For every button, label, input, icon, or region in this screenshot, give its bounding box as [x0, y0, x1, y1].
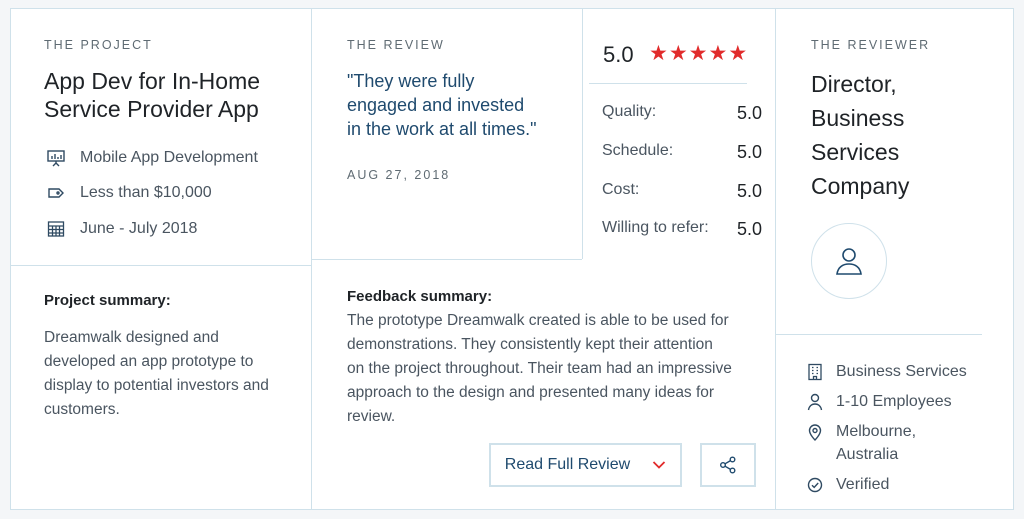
review-quote: "They were fully engaged and invested in…	[347, 69, 536, 141]
feedback-summary-label: Feedback summary:	[347, 288, 493, 305]
feedback-summary-line: approach to the design and presented man…	[347, 384, 715, 401]
read-full-review-label: Read Full Review	[504, 456, 631, 473]
reviewer-industry: Business Services	[807, 360, 967, 383]
user-icon	[836, 248, 862, 275]
rating-cost: Cost: 5.0	[602, 181, 762, 202]
reviewer-employees: 1-10 Employees	[807, 390, 952, 413]
project-summary-line: display to potential investors and	[44, 377, 269, 394]
rating-value: 5.0	[736, 181, 762, 201]
project-summary-line: Dreamwalk designed and	[44, 329, 219, 346]
project-summary-line: customers.	[44, 401, 120, 418]
reviewer-employees-text: 1-10 Employees	[836, 393, 952, 410]
rating-value: 5.0	[736, 219, 762, 239]
rating-label: Willing to refer:	[602, 219, 709, 236]
review-date: AUG 27, 2018	[347, 168, 451, 182]
rating-label: Cost:	[602, 181, 640, 198]
share-icon	[720, 456, 736, 474]
reviewer-location: Melbourne, Australia	[807, 420, 916, 466]
section-divider	[311, 259, 582, 260]
rating-value: 5.0	[736, 103, 762, 123]
project-service-text: Mobile App Development	[80, 149, 258, 166]
project-dates: June - July 2018	[46, 219, 197, 239]
project-title: App Dev for In-Home Service Provider App	[44, 67, 260, 123]
project-eyebrow: THE PROJECT	[44, 38, 153, 52]
feedback-summary-line: review.	[347, 408, 396, 425]
reviewer-industry-text: Business Services	[836, 363, 967, 380]
rating-label: Schedule:	[602, 142, 674, 159]
reviewer-location-line: Australia	[836, 446, 899, 463]
reviewer-verified: Verified	[807, 473, 889, 496]
overall-score: 5.0	[603, 42, 634, 67]
rating-willing-to-refer: Willing to refer: 5.0	[602, 219, 762, 240]
price-tag-icon	[48, 188, 64, 198]
check-circle-icon	[807, 477, 823, 493]
reviewer-title: Director, Business Services Company	[811, 67, 909, 203]
project-title-line: App Dev for In-Home	[44, 68, 261, 94]
reviewer-location-line: Melbourne,	[836, 423, 917, 440]
project-summary-label: Project summary:	[44, 292, 171, 309]
ratings-divider	[582, 9, 583, 259]
share-button[interactable]	[700, 443, 756, 487]
project-title-line: Service Provider App	[44, 96, 259, 122]
rating-value: 5.0	[736, 142, 762, 162]
calendar-icon	[47, 221, 65, 237]
review-eyebrow: THE REVIEW	[347, 38, 445, 52]
reviewer-title-line: Services	[811, 139, 900, 165]
star-icon: ★	[649, 42, 669, 65]
reviewer-eyebrow: THE REVIEWER	[811, 38, 931, 52]
read-full-review-button[interactable]: Read Full Review	[489, 443, 682, 487]
project-service: Mobile App Development	[46, 148, 258, 168]
ratings-breakdown: Quality: 5.0 Schedule: 5.0 Cost: 5.0 Wil…	[602, 103, 762, 253]
section-divider	[589, 83, 747, 84]
star-icon: ★	[688, 42, 709, 65]
feedback-summary-line: demonstrations. They consistently kept t…	[347, 336, 713, 353]
star-icon: ★	[708, 42, 729, 65]
reviewer-title-line: Director,	[811, 71, 897, 97]
review-card: THE PROJECT App Dev for In-Home Service …	[10, 8, 1014, 510]
project-dates-text: June - July 2018	[80, 220, 198, 237]
person-icon	[807, 393, 823, 411]
star-icon: ★	[668, 42, 689, 65]
star-icon: ★	[728, 42, 749, 65]
presentation-icon	[47, 150, 65, 167]
review-quote-line: "They were fully	[347, 71, 475, 91]
feedback-summary-line: on the project throughout. Their team ha…	[347, 360, 732, 377]
project-summary: Dreamwalk designed and developed an app …	[44, 326, 269, 422]
rating-schedule: Schedule: 5.0	[602, 142, 762, 163]
building-icon	[808, 363, 822, 381]
project-budget: Less than $10,000	[46, 183, 212, 203]
rating-quality: Quality: 5.0	[602, 103, 762, 124]
star-rating: ★★★★★	[649, 41, 748, 66]
project-budget-text: Less than $10,000	[80, 184, 212, 201]
feedback-summary-line: The prototype Dreamwalk created is able …	[347, 312, 729, 329]
feedback-summary: The prototype Dreamwalk created is able …	[347, 309, 732, 429]
review-quote-line: in the work at all times."	[347, 119, 537, 139]
project-summary-line: developed an app prototype to	[44, 353, 254, 370]
reviewer-verified-text: Verified	[836, 476, 890, 493]
reviewer-location-text: Melbourne, Australia	[836, 420, 916, 466]
rating-label: Quality:	[602, 103, 657, 120]
column-divider	[775, 9, 776, 509]
reviewer-title-line: Business	[811, 105, 905, 131]
section-divider	[775, 334, 982, 335]
avatar	[811, 223, 887, 299]
review-quote-line: engaged and invested	[347, 95, 525, 115]
section-divider	[11, 265, 311, 266]
chevron-down-icon	[653, 461, 666, 469]
location-pin-icon	[808, 424, 822, 441]
reviewer-title-line: Company	[811, 173, 910, 199]
